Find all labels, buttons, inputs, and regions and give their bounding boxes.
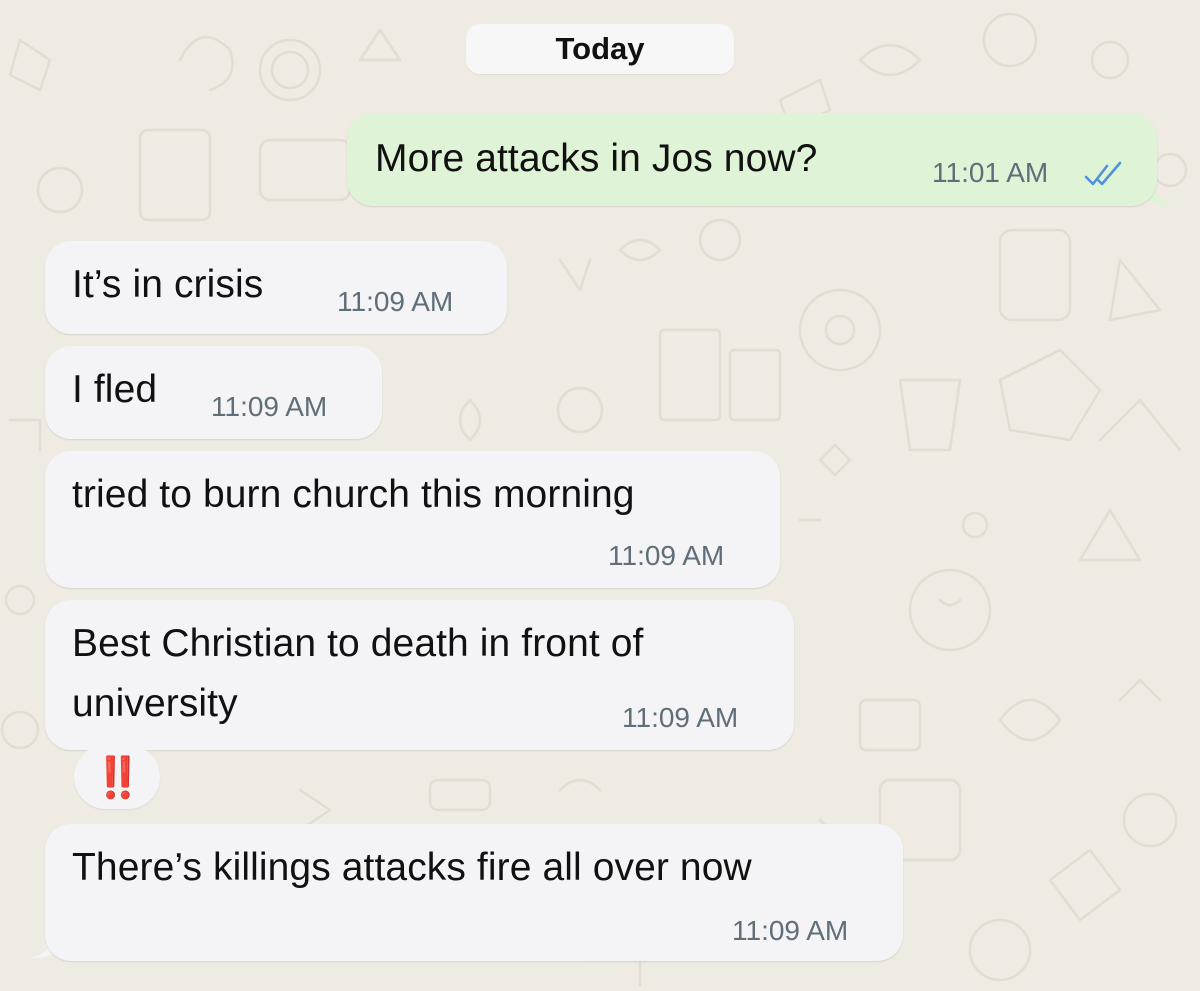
message-text: There’s killings attacks fire all over n… bbox=[72, 846, 752, 889]
message-text-line: Best Christian to death in front of bbox=[72, 622, 644, 665]
message-time: 11:09 AM bbox=[337, 286, 454, 317]
message-time: 11:09 AM bbox=[608, 540, 725, 571]
message-time: 11:09 AM bbox=[622, 702, 739, 733]
incoming-message[interactable]: I fled 11:09 AM bbox=[45, 346, 382, 439]
message-text: tried to burn church this morning bbox=[72, 473, 635, 516]
message-time: 11:09 AM bbox=[732, 915, 849, 946]
double-exclamation-icon: ‼️ bbox=[93, 755, 143, 800]
message-time: 11:01 AM bbox=[932, 157, 1049, 188]
incoming-message[interactable]: Best Christian to death in front of univ… bbox=[45, 600, 794, 750]
double-check-icon bbox=[1084, 161, 1122, 186]
incoming-message[interactable]: It’s in crisis 11:09 AM bbox=[45, 241, 507, 334]
message-text: It’s in crisis bbox=[72, 263, 264, 306]
message-time: 11:09 AM bbox=[211, 391, 328, 422]
incoming-message[interactable]: There’s killings attacks fire all over n… bbox=[45, 824, 903, 961]
message-text: More attacks in Jos now? bbox=[375, 137, 818, 180]
incoming-message[interactable]: tried to burn church this morning 11:09 … bbox=[45, 451, 780, 588]
message-reaction[interactable]: ‼️ bbox=[74, 745, 160, 809]
message-text-line: university bbox=[72, 682, 238, 725]
date-separator: Today bbox=[466, 24, 734, 74]
outgoing-message[interactable]: More attacks in Jos now? 11:01 AM bbox=[347, 113, 1157, 206]
message-text: I fled bbox=[72, 368, 158, 411]
